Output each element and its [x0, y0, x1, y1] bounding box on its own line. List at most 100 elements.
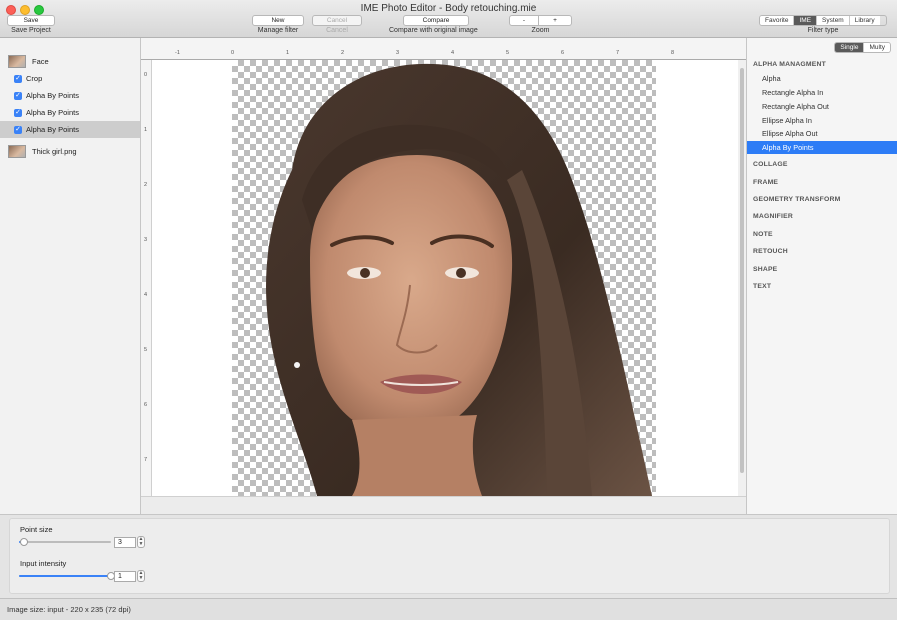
filter-list-panel: Single Multy ALPHA MANAGMENT Alpha Recta… — [746, 38, 897, 514]
filter-rectangle-alpha-in[interactable]: Rectangle Alpha In — [747, 86, 897, 99]
ruler-label: 5 — [506, 50, 510, 56]
zoom-controls: - + — [509, 15, 572, 26]
ruler-label: 3 — [144, 237, 148, 243]
ruler-label: 6 — [561, 50, 565, 56]
layer-label: Alpha By Points — [26, 91, 79, 100]
zoom-out-button[interactable]: - — [509, 15, 539, 26]
checkbox-checked-icon[interactable]: ✓ — [14, 74, 22, 83]
zoom-in-button[interactable]: + — [539, 15, 572, 26]
ruler-label: 2 — [341, 50, 345, 56]
ruler-label: 4 — [144, 292, 148, 298]
ruler-label: 4 — [451, 50, 455, 56]
category-retouch[interactable]: RETOUCH — [753, 248, 788, 255]
tab-system[interactable]: System — [817, 16, 850, 25]
mode-multy[interactable]: Multy — [864, 43, 890, 52]
ruler-label: 6 — [144, 402, 148, 408]
layer-item-alpha-by-points-selected[interactable]: ✓ Alpha By Points — [0, 121, 140, 138]
tab-library[interactable]: Library — [849, 16, 880, 25]
ruler-label: 2 — [144, 182, 148, 188]
ruler-label: 5 — [144, 347, 148, 353]
ruler-label: -1 — [175, 50, 180, 56]
compare-group: Compare Compare with original image — [389, 15, 478, 34]
layer-label: Alpha By Points — [26, 125, 79, 134]
filter-alpha[interactable]: Alpha — [747, 72, 897, 85]
layer-label: Thick girl.png — [32, 147, 77, 156]
category-text[interactable]: TEXT — [753, 283, 771, 290]
canvas-area: -1 0 1 2 3 4 5 6 7 8 0 1 2 3 4 5 6 7 — [141, 38, 746, 514]
ruler-label: 1 — [144, 127, 148, 133]
category-shape[interactable]: SHAPE — [753, 266, 777, 273]
slider-knob[interactable] — [19, 538, 28, 546]
horizontal-scrollbar[interactable] — [141, 496, 746, 514]
input-intensity-slider[interactable] — [19, 575, 111, 577]
category-collage[interactable]: COLLAGE — [753, 161, 788, 168]
filter-type-caption: Filter type — [807, 27, 839, 34]
category-geometry-transform[interactable]: GEOMETRY TRANSFORM — [753, 196, 840, 203]
category-alpha-managment[interactable]: ALPHA MANAGMENT — [753, 61, 826, 68]
point-size-stepper[interactable]: ▲ ▼ — [137, 536, 145, 548]
ruler-left: 0 1 2 3 4 5 6 7 — [141, 60, 152, 496]
ruler-label: 0 — [144, 72, 148, 78]
point-size-slider[interactable] — [19, 541, 111, 543]
image-stage[interactable] — [152, 60, 738, 496]
ruler-top: -1 0 1 2 3 4 5 6 7 8 — [141, 38, 746, 60]
point-size-input[interactable]: 3 — [114, 537, 136, 548]
window-toolbar: IME Photo Editor - Body retouching.mie S… — [0, 0, 897, 38]
category-magnifier[interactable]: MAGNIFIER — [753, 213, 793, 220]
checkbox-checked-icon[interactable]: ✓ — [14, 108, 22, 117]
checkbox-checked-icon[interactable]: ✓ — [14, 91, 22, 100]
new-filter-button[interactable]: New — [252, 15, 304, 26]
point-size-label: Point size — [20, 525, 53, 534]
vertical-scrollbar[interactable] — [738, 60, 746, 496]
filter-parameters-panel: Point size 3 ▲ ▼ Input intensity 1 ▲ ▼ — [0, 514, 897, 598]
portrait-photo — [266, 63, 652, 496]
input-intensity-stepper[interactable]: ▲ ▼ — [137, 570, 145, 582]
image-thumbnail — [8, 55, 26, 68]
status-bar: Image size: input - 220 x 235 (72 dpi) — [0, 598, 897, 620]
category-frame[interactable]: FRAME — [753, 179, 778, 186]
ruler-label: 0 — [231, 50, 235, 56]
scrollbar-thumb[interactable] — [740, 68, 744, 473]
mode-single[interactable]: Single — [835, 43, 865, 52]
layer-item-face[interactable]: Face — [0, 53, 140, 70]
tab-ime[interactable]: IME — [794, 16, 818, 25]
layer-item-alpha-by-points[interactable]: ✓ Alpha By Points — [0, 104, 140, 121]
filter-type-segmented: Favorite IME System Library — [759, 15, 887, 26]
window-title: IME Photo Editor - Body retouching.mie — [360, 3, 537, 14]
layer-item-crop[interactable]: ✓ Crop — [0, 70, 140, 87]
filter-alpha-by-points-selected[interactable]: Alpha By Points — [747, 141, 897, 154]
checkbox-checked-icon[interactable]: ✓ — [14, 125, 22, 134]
filter-rectangle-alpha-out[interactable]: Rectangle Alpha Out — [747, 100, 897, 113]
zoom-caption: Zoom — [531, 27, 550, 34]
save-caption: Save Project — [11, 27, 51, 34]
filter-type-group: Favorite IME System Library Filter type — [759, 15, 887, 34]
input-intensity-label: Input intensity — [20, 559, 67, 568]
save-button[interactable]: Save — [7, 15, 55, 26]
layer-label: Face — [32, 57, 49, 66]
image-size-status: Image size: input - 220 x 235 (72 dpi) — [7, 605, 131, 614]
ruler-label: 3 — [396, 50, 400, 56]
ruler-label: 7 — [144, 457, 148, 463]
filter-ellipse-alpha-in[interactable]: Ellipse Alpha In — [747, 114, 897, 127]
compare-button[interactable]: Compare — [403, 15, 469, 26]
layer-item-thick-girl[interactable]: Thick girl.png — [0, 143, 140, 160]
image-thumbnail — [8, 145, 26, 158]
mode-switch: Single Multy — [834, 42, 891, 53]
parameters-box: Point size 3 ▲ ▼ Input intensity 1 ▲ ▼ — [9, 518, 890, 594]
layer-label: Alpha By Points — [26, 108, 79, 117]
category-note[interactable]: NOTE — [753, 231, 773, 238]
layer-item-alpha-by-points[interactable]: ✓ Alpha By Points — [0, 87, 140, 104]
ruler-label: 1 — [286, 50, 290, 56]
layers-sidebar: Face ✓ Crop ✓ Alpha By Points ✓ Alpha By… — [0, 38, 141, 514]
new-group: New Manage filter — [252, 15, 304, 34]
input-intensity-input[interactable]: 1 — [114, 571, 136, 582]
cancel-button[interactable]: Cancel — [312, 15, 362, 26]
ruler-label: 7 — [616, 50, 620, 56]
slider-fill — [19, 575, 111, 577]
manage-filter-caption: Manage filter — [257, 27, 299, 34]
tab-favorite[interactable]: Favorite — [760, 16, 795, 25]
zoom-group: - + Zoom — [509, 15, 572, 34]
layer-label: Crop — [26, 74, 43, 83]
compare-caption: Compare with original image — [389, 27, 478, 34]
filter-ellipse-alpha-out[interactable]: Ellipse Alpha Out — [747, 127, 897, 140]
